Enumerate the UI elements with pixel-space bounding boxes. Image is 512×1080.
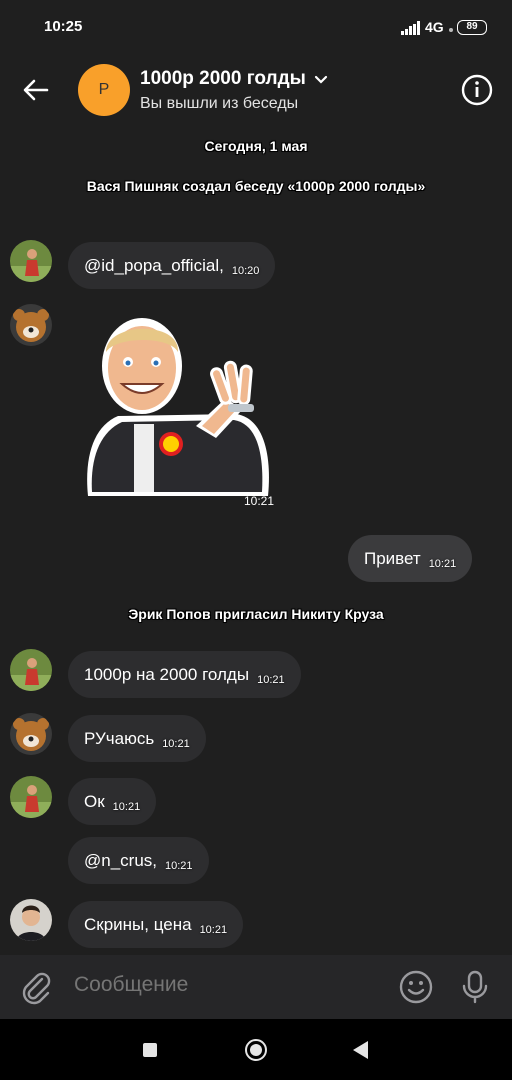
conversation-subtitle: Вы вышли из беседы: [140, 95, 299, 112]
signal-icon: [401, 21, 421, 35]
avatar[interactable]: [10, 776, 52, 818]
conversation-title[interactable]: 1000р 2000 голды: [140, 68, 328, 90]
status-bar: 10:25 4G 89: [0, 0, 512, 52]
avatar[interactable]: [10, 649, 52, 691]
info-icon[interactable]: [461, 74, 493, 106]
message-bubble[interactable]: @n_crus, 10:21: [68, 837, 209, 884]
chevron-down-icon: [314, 75, 327, 84]
user-photo-icon: [10, 649, 52, 691]
bear-avatar-icon: [10, 304, 52, 346]
user-photo-icon: [10, 776, 52, 818]
user-photo-icon: [10, 899, 52, 941]
message-time: 10:21: [199, 923, 228, 936]
message-text: РУчаюсь: [84, 728, 155, 748]
message-bubble[interactable]: @id_popa_official, 10:20: [68, 242, 276, 289]
system-message-created: Вася Пишняк создал беседу «1000р 2000 го…: [86, 178, 426, 194]
sticker-time: 10:21: [244, 494, 275, 508]
conversation-title-text: 1000р 2000 голды: [140, 68, 306, 89]
network-dot-icon: [449, 28, 453, 32]
message-composer: [0, 955, 512, 1019]
back-arrow-icon[interactable]: [20, 74, 52, 106]
avatar[interactable]: [10, 713, 52, 755]
avatar[interactable]: [10, 899, 52, 941]
battery-icon: 89: [457, 20, 487, 35]
message-text: @id_popa_official,: [84, 255, 224, 275]
outgoing-message-bubble[interactable]: Привет 10:21: [348, 535, 473, 582]
message-time: 10:20: [231, 264, 260, 277]
message-text: @n_crus,: [84, 850, 158, 870]
message-time: 10:21: [112, 800, 141, 813]
system-message-invited: Эрик Попов пригласил Никиту Круза: [128, 606, 384, 622]
nav-back-icon[interactable]: [353, 1041, 368, 1059]
paperclip-icon[interactable]: [20, 971, 54, 1005]
bear-avatar-icon: [10, 713, 52, 755]
message-text: Скрины, цена: [84, 914, 192, 934]
message-input[interactable]: [74, 973, 374, 997]
home-icon[interactable]: [245, 1039, 267, 1061]
message-text: 1000р на 2000 голды: [84, 664, 250, 684]
message-time: 10:21: [162, 737, 190, 750]
message-time: 10:21: [257, 673, 285, 686]
chat-header: P 1000р 2000 голды Вы вышли из беседы: [0, 52, 512, 128]
microphone-icon[interactable]: [458, 969, 492, 1005]
sticker-image[interactable]: [76, 306, 276, 506]
emoji-icon[interactable]: [398, 969, 434, 1005]
message-time: 10:21: [428, 557, 457, 570]
message-text: Ок: [84, 791, 105, 811]
message-bubble[interactable]: Скрины, цена 10:21: [68, 901, 244, 948]
date-separator: Сегодня, 1 мая: [204, 138, 308, 154]
message-time: 10:21: [165, 859, 193, 872]
system-nav-bar: [0, 1019, 512, 1080]
conversation-avatar[interactable]: P: [78, 64, 130, 116]
message-bubble[interactable]: 1000р на 2000 голды 10:21: [68, 651, 301, 698]
message-bubble[interactable]: Ок 10:21: [68, 778, 157, 825]
network-type: 4G: [425, 19, 444, 35]
message-bubble[interactable]: РУчаюсь 10:21: [68, 715, 206, 762]
status-time: 10:25: [44, 18, 83, 35]
avatar[interactable]: [10, 304, 52, 346]
avatar[interactable]: [10, 240, 52, 282]
recents-icon[interactable]: [143, 1043, 157, 1057]
message-text: Привет: [364, 548, 421, 568]
user-photo-icon: [10, 240, 52, 282]
